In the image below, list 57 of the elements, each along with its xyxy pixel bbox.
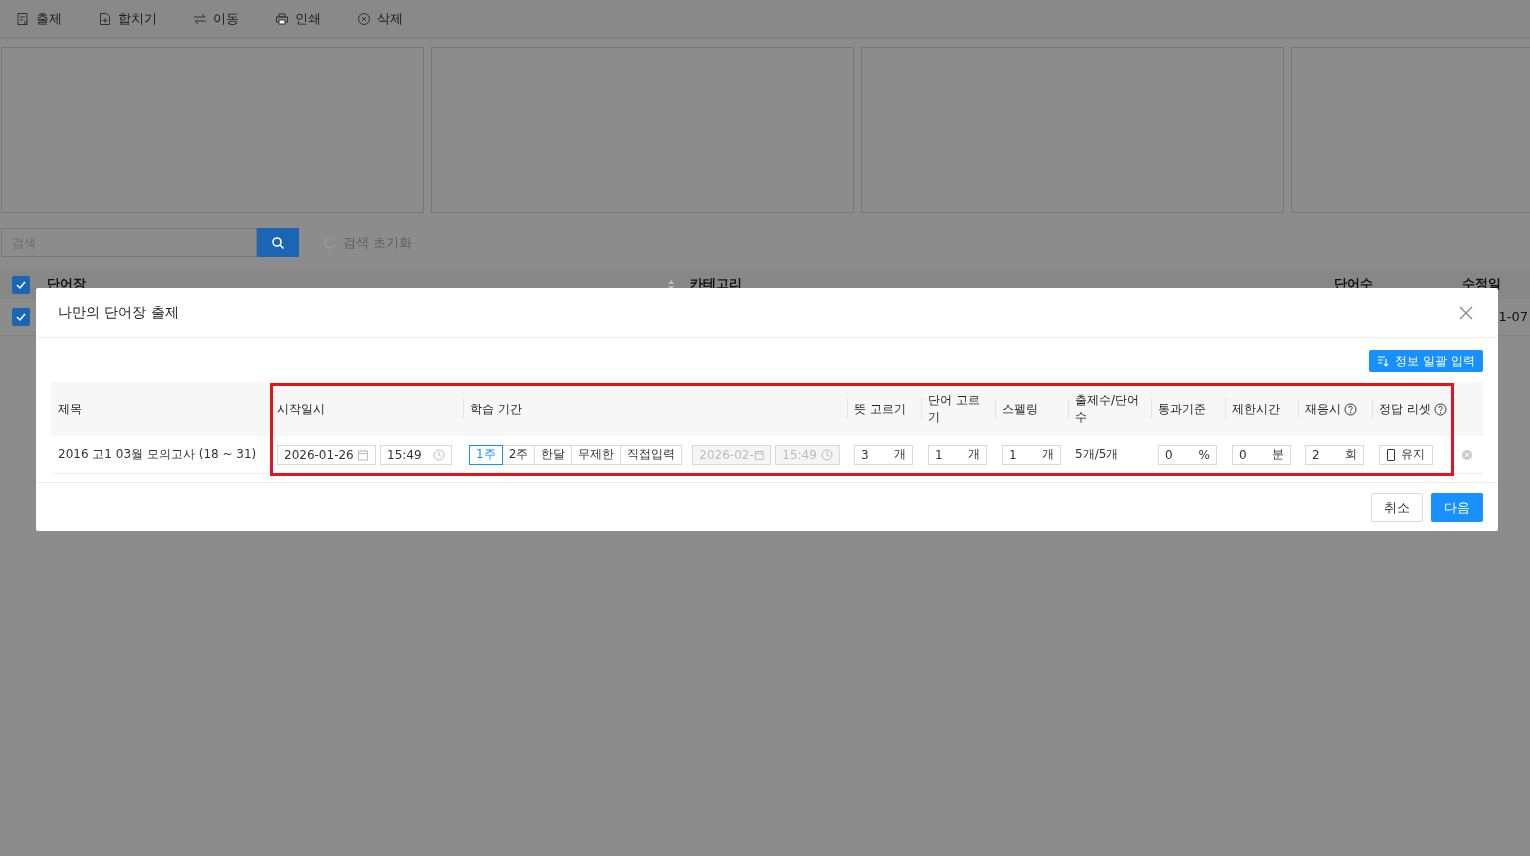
x-circle-icon	[357, 12, 371, 26]
toolbar-button[interactable]: 삭제	[349, 6, 411, 32]
number-field[interactable]: 0 분	[1232, 444, 1291, 465]
column-header: 정답 리셋	[1379, 400, 1431, 418]
column-header: 통과기준	[1158, 400, 1206, 418]
search-icon	[271, 235, 285, 250]
row-checkbox[interactable]	[12, 308, 30, 326]
date-field[interactable]: 2026-01-26	[277, 444, 376, 465]
checkbox[interactable]	[1387, 448, 1395, 461]
number-field[interactable]: 2 회	[1305, 444, 1364, 465]
check-icon	[15, 311, 27, 323]
toolbar-button[interactable]: 합치기	[90, 6, 165, 32]
number-field[interactable]: 3 개	[854, 444, 913, 465]
number-field[interactable]: 0 %	[1158, 444, 1217, 465]
time-field: 15:49	[775, 444, 840, 465]
date-field: 2026-02-	[692, 444, 772, 465]
check-icon	[15, 279, 27, 291]
file-plus-icon	[98, 12, 112, 26]
swap-icon	[193, 12, 207, 26]
column-header: 시작일시	[277, 400, 325, 418]
sheet-icon	[16, 12, 30, 26]
column-header: 출제수/단어수	[1075, 392, 1141, 426]
column-header: 학습 기간	[470, 400, 522, 418]
cancel-button[interactable]: 취소	[1371, 493, 1423, 522]
table-cell: 1-07	[1498, 309, 1528, 324]
period-option[interactable]: 한달	[534, 444, 573, 465]
clock-icon	[433, 448, 445, 461]
column-header: 단어 고르기	[928, 392, 981, 426]
column-header: 재응시	[1305, 400, 1341, 418]
column-header: 뜻 고르기	[854, 400, 906, 418]
list-download-icon	[1377, 355, 1390, 367]
period-option[interactable]: 직접입력	[620, 444, 683, 465]
toolbar-button[interactable]: 이동	[185, 6, 247, 32]
clock-icon	[821, 448, 833, 461]
period-option[interactable]: 무제한	[571, 444, 622, 465]
calendar-icon	[753, 448, 765, 461]
select-all-checkbox[interactable]	[12, 276, 30, 294]
printer-icon	[275, 12, 289, 26]
help-icon[interactable]	[1344, 402, 1357, 416]
period-option[interactable]: 2주	[501, 444, 536, 465]
column-header: 제목	[58, 400, 82, 418]
column-header: 제한시간	[1232, 400, 1280, 418]
number-field[interactable]: 1 개	[1002, 444, 1061, 465]
keep-toggle[interactable]: 유지	[1379, 444, 1433, 465]
dialog-title: 나만의 단어장 출제	[58, 303, 179, 322]
title-cell: 2016 고1 03월 모의고사 (18 ~ 31)	[58, 446, 257, 463]
toolbar-button[interactable]: 출제	[8, 6, 70, 32]
sort-icon[interactable]	[667, 279, 675, 291]
close-icon[interactable]	[1459, 305, 1473, 320]
search-button[interactable]	[257, 228, 299, 257]
help-icon[interactable]	[1433, 402, 1447, 416]
column-header: 스펠링	[1002, 400, 1038, 418]
time-field[interactable]: 15:49	[380, 444, 452, 465]
table-cell: 5개/5개	[1075, 446, 1119, 463]
toolbar-button[interactable]: 인쇄	[267, 6, 329, 32]
number-field[interactable]: 1 개	[928, 444, 987, 465]
calendar-icon	[357, 448, 369, 461]
